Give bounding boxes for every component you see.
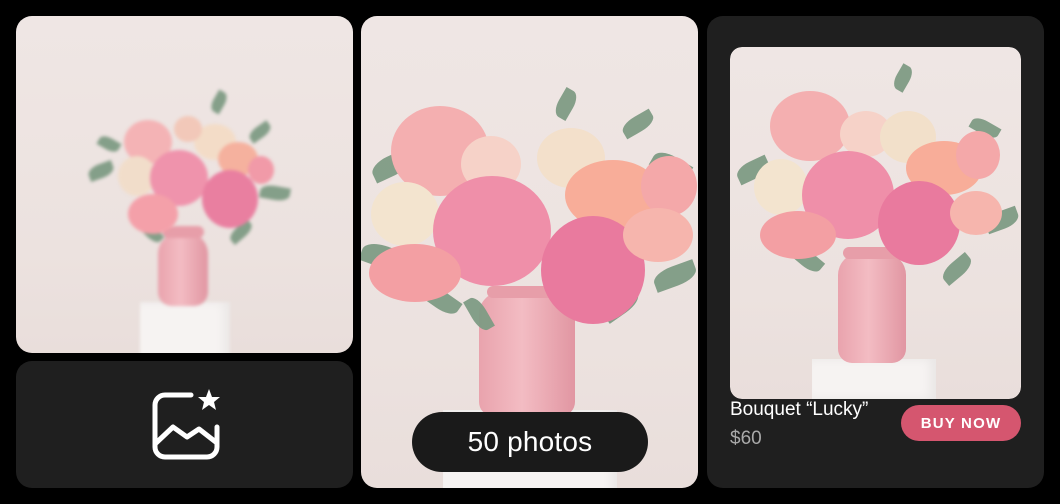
product-image[interactable] [730,47,1021,399]
buy-now-button[interactable]: BUY NOW [901,405,1021,441]
add-photo-tile[interactable] [16,361,353,488]
bouquet-photo-thumbnail[interactable] [16,16,353,353]
bouquet-photo-gallery[interactable]: 50 photos [361,16,698,488]
photo-count-badge[interactable]: 50 photos [412,412,648,472]
bouquet-photo-blurred [16,16,353,353]
product-price: $60 [730,428,762,449]
image-sparkle-icon[interactable] [147,387,223,463]
product-card[interactable]: Bouquet “Lucky” $60 BUY NOW [707,16,1044,488]
product-name: Bouquet “Lucky” [730,399,869,420]
